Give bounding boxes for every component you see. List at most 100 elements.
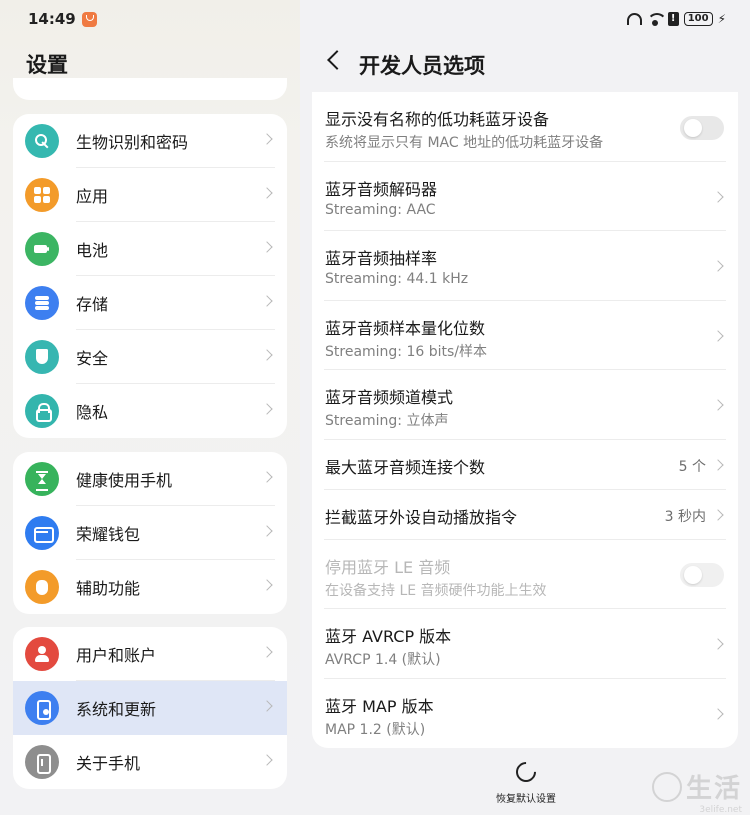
- option-subtitle: AVRCP 1.4 (默认): [325, 652, 441, 668]
- charging-icon: ⚡: [717, 12, 726, 26]
- alert-icon: !: [667, 12, 679, 26]
- watermark-text: 生活: [685, 774, 742, 804]
- option-bt-codec[interactable]: 蓝牙音频解码器 Streaming: AAC: [324, 162, 726, 231]
- sidebar-item-label: 安全: [76, 349, 109, 368]
- sidebar-item-system-update[interactable]: 系统和更新: [13, 681, 287, 735]
- battery-level: 100: [683, 12, 713, 26]
- sidebar-item-label: 用户和账户: [76, 646, 157, 665]
- option-title: 蓝牙 MAP 版本: [325, 697, 434, 716]
- option-title: 蓝牙 AVRCP 版本: [325, 627, 452, 646]
- sidebar-item-label: 电池: [76, 241, 109, 260]
- refresh-icon: [511, 757, 541, 787]
- sidebar-item-battery[interactable]: 电池: [13, 222, 287, 276]
- watermark-url: 3elife.net: [699, 805, 742, 815]
- status-bar-left: 14:49: [28, 9, 97, 29]
- system-update-icon: [25, 691, 59, 725]
- option-value: 3 秒内: [664, 509, 706, 525]
- chevron-right-icon: [261, 241, 273, 253]
- chevron-right-icon: [712, 708, 724, 720]
- chevron-right-icon: [712, 191, 724, 203]
- sidebar-card-partial: [13, 78, 287, 100]
- sidebar-item-security[interactable]: 安全: [13, 330, 287, 384]
- sidebar-item-label: 隐私: [76, 403, 109, 422]
- key-icon: [25, 124, 59, 158]
- toggle-switch[interactable]: [680, 116, 724, 140]
- status-bar-right: ! 100 ⚡: [626, 9, 726, 29]
- option-title: 蓝牙音频样本量化位数: [325, 319, 486, 338]
- sidebar-item-label: 荣耀钱包: [76, 525, 141, 544]
- sidebar-item-privacy[interactable]: 隐私: [13, 384, 287, 438]
- option-title: 蓝牙音频抽样率: [325, 249, 438, 268]
- option-show-unnamed-ble[interactable]: 显示没有名称的低功耗蓝牙设备 系统将显示只有 MAC 地址的低功耗蓝牙设备: [324, 92, 726, 162]
- storage-icon: [25, 286, 59, 320]
- option-title: 显示没有名称的低功耗蓝牙设备: [325, 110, 550, 129]
- chevron-right-icon: [261, 187, 273, 199]
- battery-icon: [25, 232, 59, 266]
- page-title: 开发人员选项: [359, 54, 485, 78]
- sidebar-item-accessibility[interactable]: 辅助功能: [13, 560, 287, 614]
- sidebar-item-storage[interactable]: 存储: [13, 276, 287, 330]
- chevron-right-icon: [261, 471, 273, 483]
- chevron-right-icon: [712, 509, 724, 521]
- option-map-version[interactable]: 蓝牙 MAP 版本 MAP 1.2 (默认): [324, 679, 726, 748]
- option-title: 最大蓝牙音频连接个数: [325, 458, 486, 477]
- option-avrcp-version[interactable]: 蓝牙 AVRCP 版本 AVRCP 1.4 (默认): [324, 609, 726, 679]
- lock-icon: [25, 394, 59, 428]
- settings-sidebar: 14:49 设置 生物识别和密码 应用 电池 存储 安全 隐私 健康使用手机 荣…: [0, 0, 300, 815]
- option-subtitle: Streaming: 16 bits/样本: [325, 344, 488, 360]
- toggle-switch: [680, 563, 724, 587]
- chevron-right-icon: [712, 330, 724, 342]
- sidebar-item-wallet[interactable]: 荣耀钱包: [13, 506, 287, 560]
- chevron-right-icon: [261, 403, 273, 415]
- option-value: 5 个: [678, 459, 706, 475]
- option-bt-bits-per-sample[interactable]: 蓝牙音频样本量化位数 Streaming: 16 bits/样本: [324, 301, 726, 370]
- option-subtitle: Streaming: 44.1 kHz: [325, 271, 469, 287]
- chevron-right-icon: [261, 525, 273, 537]
- option-subtitle: Streaming: 立体声: [325, 413, 449, 429]
- sidebar-group-1: 生物识别和密码 应用 电池 存储 安全 隐私: [13, 114, 287, 438]
- sidebar-item-users-accounts[interactable]: 用户和账户: [13, 627, 287, 681]
- apps-icon: [25, 178, 59, 212]
- user-icon: [25, 637, 59, 671]
- option-max-bt-connections[interactable]: 最大蓝牙音频连接个数 5 个: [324, 440, 726, 490]
- sidebar-item-biometrics[interactable]: 生物识别和密码: [13, 114, 287, 168]
- chevron-right-icon: [712, 459, 724, 471]
- sidebar-group-3: 用户和账户 系统和更新 关于手机: [13, 627, 287, 789]
- sidebar-item-about-phone[interactable]: 关于手机: [13, 735, 287, 789]
- reset-defaults-button[interactable]: 恢复默认设置: [486, 757, 566, 805]
- options-list: 显示没有名称的低功耗蓝牙设备 系统将显示只有 MAC 地址的低功耗蓝牙设备 蓝牙…: [312, 92, 738, 748]
- chevron-right-icon: [261, 133, 273, 145]
- watermark: 生活 3elife.net: [651, 768, 742, 815]
- phone-info-icon: [25, 745, 59, 779]
- shield-icon: [25, 340, 59, 374]
- sidebar-item-apps[interactable]: 应用: [13, 168, 287, 222]
- option-bt-sample-rate[interactable]: 蓝牙音频抽样率 Streaming: 44.1 kHz: [324, 231, 726, 301]
- option-title: 拦截蓝牙外设自动播放指令: [325, 508, 518, 527]
- chevron-right-icon: [261, 579, 273, 591]
- chevron-right-icon: [712, 260, 724, 272]
- option-disable-le-audio: 停用蓝牙 LE 音频 在设备支持 LE 音频硬件功能上生效: [324, 540, 726, 609]
- headset-icon: [626, 13, 642, 25]
- option-block-autoplay[interactable]: 拦截蓝牙外设自动播放指令 3 秒内: [324, 490, 726, 540]
- chevron-right-icon: [261, 295, 273, 307]
- notification-app-icon: [81, 11, 97, 27]
- chevron-right-icon: [261, 700, 273, 712]
- developer-options-pane: ! 100 ⚡ 开发人员选项 显示没有名称的低功耗蓝牙设备 系统将显示只有 MA…: [300, 0, 750, 815]
- sidebar-item-label: 关于手机: [76, 754, 141, 773]
- sidebar-item-label: 健康使用手机: [76, 471, 173, 490]
- chevron-right-icon: [261, 349, 273, 361]
- sidebar-item-label: 存储: [76, 295, 109, 314]
- wallet-icon: [25, 516, 59, 550]
- hourglass-icon: [25, 462, 59, 496]
- sidebar-item-label: 辅助功能: [76, 579, 141, 598]
- sidebar-item-label: 系统和更新: [76, 700, 157, 719]
- chevron-right-icon: [261, 754, 273, 766]
- sidebar-item-digital-balance[interactable]: 健康使用手机: [13, 452, 287, 506]
- reset-defaults-label: 恢复默认设置: [496, 794, 556, 805]
- option-title: 停用蓝牙 LE 音频: [325, 558, 451, 577]
- sidebar-group-2: 健康使用手机 荣耀钱包 辅助功能: [13, 452, 287, 614]
- option-title: 蓝牙音频频道模式: [325, 388, 454, 407]
- option-bt-channel-mode[interactable]: 蓝牙音频频道模式 Streaming: 立体声: [324, 370, 726, 440]
- back-arrow-icon[interactable]: [327, 50, 347, 70]
- chevron-right-icon: [712, 399, 724, 411]
